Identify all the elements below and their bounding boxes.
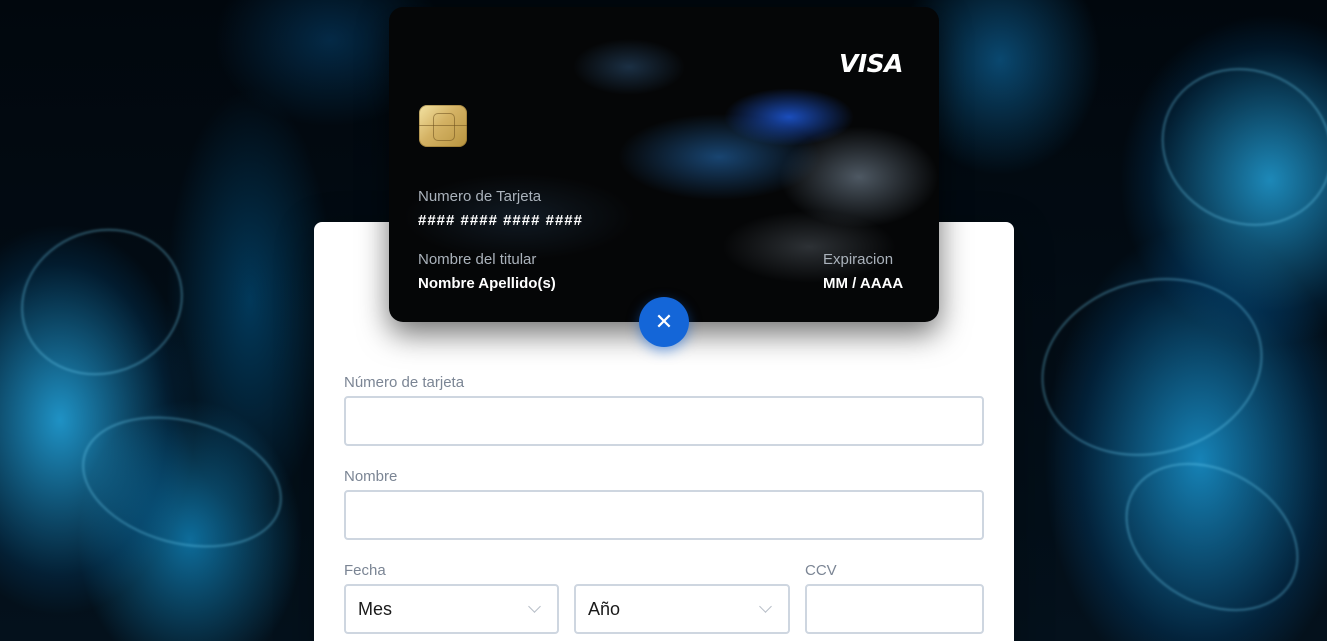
card-chip-icon (419, 105, 467, 147)
card-holder-display: Nombre Apellido(s) (418, 275, 556, 292)
visa-logo: VISA (838, 49, 904, 78)
card-number-input[interactable] (344, 396, 984, 446)
date-label: Fecha (344, 562, 386, 579)
year-select[interactable]: Año (574, 584, 790, 634)
close-icon: ✕ (654, 309, 674, 335)
card-number-caption: Numero de Tarjeta (418, 188, 542, 205)
card-expiry-caption: Expiracion (823, 251, 894, 268)
chevron-down-icon (528, 600, 541, 613)
card-expiry-display: MM / AAAA (823, 275, 904, 292)
year-select-value: Año (588, 598, 621, 619)
card-number-display: #### #### #### #### (418, 212, 583, 229)
close-button[interactable]: ✕ (639, 297, 689, 347)
card-number-label: Número de tarjeta (344, 374, 465, 391)
month-select-value: Mes (358, 598, 393, 619)
name-input[interactable] (344, 490, 984, 540)
ccv-input[interactable] (805, 584, 984, 634)
card-holder-caption: Nombre del titular (418, 251, 537, 268)
chevron-down-icon (759, 600, 772, 613)
name-label: Nombre (344, 468, 398, 485)
ccv-label: CCV (805, 562, 837, 579)
credit-card-preview[interactable]: VISA Numero de Tarjeta #### #### #### ##… (389, 7, 939, 322)
month-select[interactable]: Mes (344, 584, 559, 634)
